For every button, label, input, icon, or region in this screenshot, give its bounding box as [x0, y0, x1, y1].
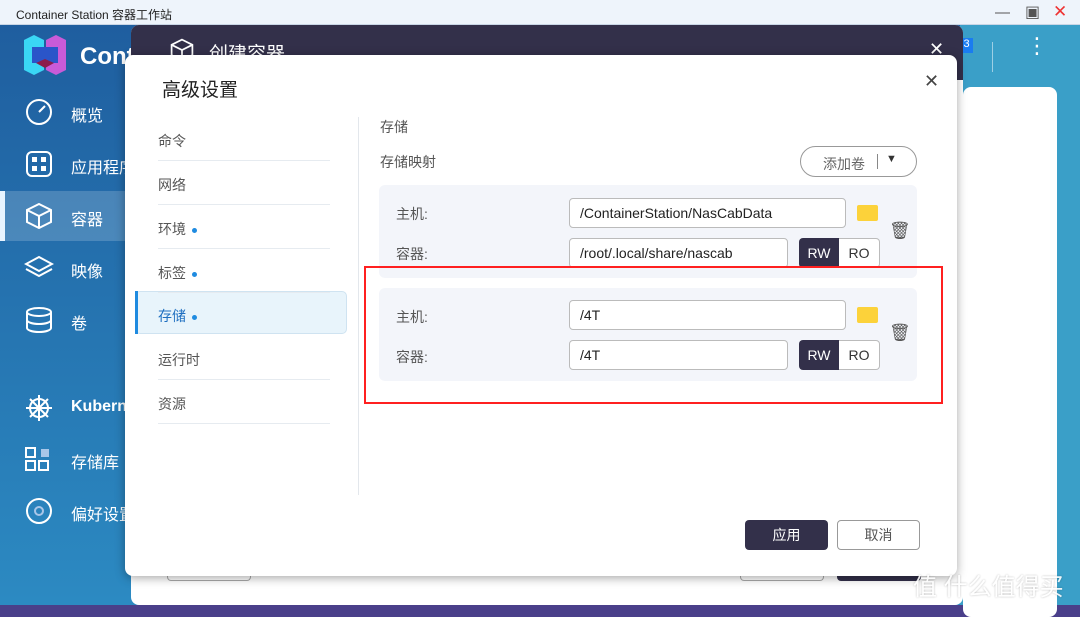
- sidebar-item-volumes[interactable]: 卷: [0, 295, 130, 345]
- cancel-button[interactable]: 取消: [837, 520, 920, 550]
- nav-item-storage[interactable]: 存储: [158, 292, 330, 336]
- nav-item-environment[interactable]: 环境: [158, 205, 330, 249]
- sidebar-item-overview[interactable]: 概览: [0, 87, 130, 137]
- volume-mapping-row: 主机: 容器: RW RO 🗑: [379, 185, 917, 278]
- app-logo: [24, 35, 66, 75]
- advanced-settings-dialog: 高级设置 ✕ 命令 网络 环境 标签 存储 运行时 资源 存储 存储映射 添加卷…: [125, 55, 957, 576]
- sidebar-item-kubernetes[interactable]: Kubernetes: [0, 383, 159, 433]
- window-titlebar: Container Station 容器工作站 — ▣ ✕: [0, 0, 1080, 25]
- dropdown-caret-icon: ▼: [886, 153, 897, 165]
- sidebar-item-repository[interactable]: 存储库: [0, 434, 130, 484]
- container-path-input[interactable]: [569, 238, 788, 268]
- watermark: 值 什么值得买: [913, 574, 1064, 601]
- content-panel: [963, 87, 1057, 617]
- nav-item-runtime[interactable]: 运行时: [158, 336, 330, 380]
- sidebar-item-apps[interactable]: 应用程序: [0, 139, 135, 189]
- modified-dot: [192, 314, 197, 320]
- window-title: Container Station 容器工作站: [16, 8, 173, 22]
- highlight-box: [364, 266, 943, 404]
- close-icon[interactable]: ✕: [924, 71, 939, 92]
- nav-item-command[interactable]: 命令: [158, 117, 330, 161]
- modified-dot: [192, 271, 197, 277]
- minimize-icon[interactable]: —: [995, 4, 1010, 21]
- host-path-input[interactable]: [569, 198, 846, 228]
- modified-dot: [192, 227, 197, 233]
- sidebar-item-containers[interactable]: 容器: [0, 191, 130, 241]
- close-window-icon[interactable]: ✕: [1053, 2, 1067, 22]
- section-title: 存储: [380, 119, 408, 135]
- add-volume-button[interactable]: 添加卷 ▼: [800, 146, 917, 177]
- sidebar-item-preferences[interactable]: 偏好设置: [0, 486, 135, 536]
- divider: [358, 117, 359, 495]
- nav-item-resources[interactable]: 资源: [158, 380, 330, 424]
- storage-mapping-label: 存储映射: [380, 154, 436, 170]
- ro-toggle[interactable]: RO: [839, 238, 880, 268]
- nav-item-network[interactable]: 网络: [158, 161, 330, 205]
- rw-toggle[interactable]: RW: [799, 238, 839, 268]
- header-bar: 3 ⋮: [960, 25, 1080, 617]
- trash-icon[interactable]: 🗑: [889, 221, 911, 241]
- dialog-title: 高级设置: [162, 80, 239, 101]
- nav-item-labels[interactable]: 标签: [158, 249, 330, 293]
- sidebar-item-images[interactable]: 映像: [0, 243, 130, 293]
- folder-icon[interactable]: [857, 205, 878, 221]
- divider: [992, 42, 993, 72]
- more-icon[interactable]: ⋮: [1026, 35, 1048, 57]
- maximize-icon[interactable]: ▣: [1025, 2, 1040, 22]
- nav-selected-indicator: [135, 291, 138, 334]
- apply-button[interactable]: 应用: [745, 520, 828, 550]
